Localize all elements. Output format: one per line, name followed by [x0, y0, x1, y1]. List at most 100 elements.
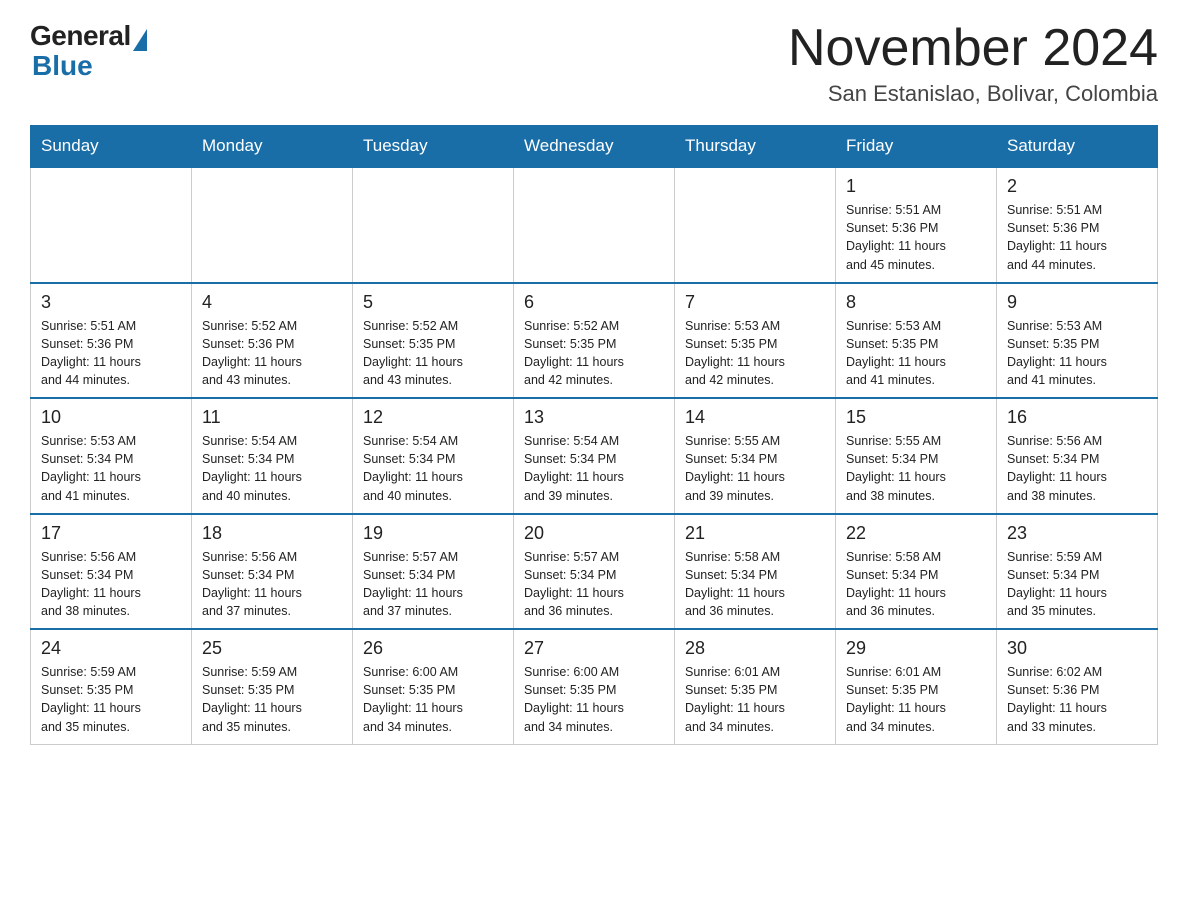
weekday-header-thursday: Thursday — [675, 126, 836, 168]
day-number: 12 — [363, 407, 503, 428]
day-number: 16 — [1007, 407, 1147, 428]
day-number: 14 — [685, 407, 825, 428]
week-row-3: 10 Sunrise: 5:53 AM Sunset: 5:34 PM Dayli… — [31, 398, 1158, 514]
calendar-cell — [31, 167, 192, 283]
day-number: 30 — [1007, 638, 1147, 659]
calendar-cell: 10 Sunrise: 5:53 AM Sunset: 5:34 PM Dayli… — [31, 398, 192, 514]
calendar-cell: 15 Sunrise: 5:55 AM Sunset: 5:34 PM Dayli… — [836, 398, 997, 514]
calendar-cell: 9 Sunrise: 5:53 AM Sunset: 5:35 PM Daylig… — [997, 283, 1158, 399]
weekday-header-saturday: Saturday — [997, 126, 1158, 168]
day-info: Sunrise: 5:51 AM Sunset: 5:36 PM Dayligh… — [846, 201, 986, 274]
day-info: Sunrise: 5:52 AM Sunset: 5:35 PM Dayligh… — [524, 317, 664, 390]
calendar-cell: 1 Sunrise: 5:51 AM Sunset: 5:36 PM Daylig… — [836, 167, 997, 283]
header: General Blue November 2024 San Estanisla… — [30, 20, 1158, 107]
calendar-cell: 4 Sunrise: 5:52 AM Sunset: 5:36 PM Daylig… — [192, 283, 353, 399]
day-info: Sunrise: 5:58 AM Sunset: 5:34 PM Dayligh… — [846, 548, 986, 621]
calendar-cell: 16 Sunrise: 5:56 AM Sunset: 5:34 PM Dayli… — [997, 398, 1158, 514]
day-info: Sunrise: 5:57 AM Sunset: 5:34 PM Dayligh… — [363, 548, 503, 621]
day-info: Sunrise: 5:59 AM Sunset: 5:35 PM Dayligh… — [41, 663, 181, 736]
day-number: 29 — [846, 638, 986, 659]
day-info: Sunrise: 5:56 AM Sunset: 5:34 PM Dayligh… — [41, 548, 181, 621]
day-info: Sunrise: 5:59 AM Sunset: 5:34 PM Dayligh… — [1007, 548, 1147, 621]
calendar-cell: 29Sunrise: 6:01 AM Sunset: 5:35 PM Dayli… — [836, 629, 997, 744]
calendar-cell: 13 Sunrise: 5:54 AM Sunset: 5:34 PM Dayli… — [514, 398, 675, 514]
calendar-cell: 19 Sunrise: 5:57 AM Sunset: 5:34 PM Dayli… — [353, 514, 514, 630]
day-info: Sunrise: 6:00 AM Sunset: 5:35 PM Dayligh… — [363, 663, 503, 736]
calendar-cell: 14Sunrise: 5:55 AM Sunset: 5:34 PM Dayli… — [675, 398, 836, 514]
calendar-cell: 2Sunrise: 5:51 AM Sunset: 5:36 PM Daylig… — [997, 167, 1158, 283]
logo-general-text: General — [30, 20, 131, 52]
location-subtitle: San Estanislao, Bolivar, Colombia — [788, 81, 1158, 107]
day-info: Sunrise: 5:57 AM Sunset: 5:34 PM Dayligh… — [524, 548, 664, 621]
calendar-cell: 18 Sunrise: 5:56 AM Sunset: 5:34 PM Dayli… — [192, 514, 353, 630]
day-info: Sunrise: 5:53 AM Sunset: 5:35 PM Dayligh… — [1007, 317, 1147, 390]
day-number: 6 — [524, 292, 664, 313]
calendar-cell: 23 Sunrise: 5:59 AM Sunset: 5:34 PM Dayli… — [997, 514, 1158, 630]
day-number: 22 — [846, 523, 986, 544]
calendar-cell: 21Sunrise: 5:58 AM Sunset: 5:34 PM Dayli… — [675, 514, 836, 630]
day-info: Sunrise: 5:52 AM Sunset: 5:35 PM Dayligh… — [363, 317, 503, 390]
day-info: Sunrise: 5:53 AM Sunset: 5:34 PM Dayligh… — [41, 432, 181, 505]
calendar-cell: 12 Sunrise: 5:54 AM Sunset: 5:34 PM Dayli… — [353, 398, 514, 514]
day-info: Sunrise: 5:59 AM Sunset: 5:35 PM Dayligh… — [202, 663, 342, 736]
calendar-cell: 26 Sunrise: 6:00 AM Sunset: 5:35 PM Dayli… — [353, 629, 514, 744]
calendar-cell: 8 Sunrise: 5:53 AM Sunset: 5:35 PM Daylig… — [836, 283, 997, 399]
day-number: 26 — [363, 638, 503, 659]
logo-arrow-icon — [133, 29, 147, 51]
day-number: 13 — [524, 407, 664, 428]
day-number: 25 — [202, 638, 342, 659]
day-info: Sunrise: 5:54 AM Sunset: 5:34 PM Dayligh… — [524, 432, 664, 505]
day-number: 8 — [846, 292, 986, 313]
day-info: Sunrise: 5:51 AM Sunset: 5:36 PM Dayligh… — [41, 317, 181, 390]
day-number: 19 — [363, 523, 503, 544]
day-number: 4 — [202, 292, 342, 313]
day-number: 1 — [846, 176, 986, 197]
calendar-cell — [353, 167, 514, 283]
day-number: 7 — [685, 292, 825, 313]
weekday-header-wednesday: Wednesday — [514, 126, 675, 168]
day-number: 27 — [524, 638, 664, 659]
calendar-cell: 11Sunrise: 5:54 AM Sunset: 5:34 PM Dayli… — [192, 398, 353, 514]
day-info: Sunrise: 5:55 AM Sunset: 5:34 PM Dayligh… — [846, 432, 986, 505]
week-row-1: 1 Sunrise: 5:51 AM Sunset: 5:36 PM Daylig… — [31, 167, 1158, 283]
day-number: 15 — [846, 407, 986, 428]
calendar-cell: 27Sunrise: 6:00 AM Sunset: 5:35 PM Dayli… — [514, 629, 675, 744]
weekday-header-monday: Monday — [192, 126, 353, 168]
title-area: November 2024 San Estanislao, Bolivar, C… — [788, 20, 1158, 107]
calendar-cell: 5 Sunrise: 5:52 AM Sunset: 5:35 PM Daylig… — [353, 283, 514, 399]
calendar-cell: 7Sunrise: 5:53 AM Sunset: 5:35 PM Daylig… — [675, 283, 836, 399]
day-number: 28 — [685, 638, 825, 659]
day-number: 10 — [41, 407, 181, 428]
calendar-cell: 17 Sunrise: 5:56 AM Sunset: 5:34 PM Dayli… — [31, 514, 192, 630]
logo-blue-text: Blue — [32, 50, 93, 82]
calendar-cell — [192, 167, 353, 283]
calendar-cell: 25 Sunrise: 5:59 AM Sunset: 5:35 PM Dayli… — [192, 629, 353, 744]
day-info: Sunrise: 5:58 AM Sunset: 5:34 PM Dayligh… — [685, 548, 825, 621]
day-info: Sunrise: 6:02 AM Sunset: 5:36 PM Dayligh… — [1007, 663, 1147, 736]
day-number: 18 — [202, 523, 342, 544]
day-info: Sunrise: 5:54 AM Sunset: 5:34 PM Dayligh… — [363, 432, 503, 505]
calendar-cell: 20 Sunrise: 5:57 AM Sunset: 5:34 PM Dayli… — [514, 514, 675, 630]
weekday-header-sunday: Sunday — [31, 126, 192, 168]
weekday-header-tuesday: Tuesday — [353, 126, 514, 168]
day-number: 23 — [1007, 523, 1147, 544]
day-info: Sunrise: 5:51 AM Sunset: 5:36 PM Dayligh… — [1007, 201, 1147, 274]
weekday-header-friday: Friday — [836, 126, 997, 168]
day-info: Sunrise: 5:53 AM Sunset: 5:35 PM Dayligh… — [846, 317, 986, 390]
calendar-cell: 28Sunrise: 6:01 AM Sunset: 5:35 PM Dayli… — [675, 629, 836, 744]
day-info: Sunrise: 5:56 AM Sunset: 5:34 PM Dayligh… — [1007, 432, 1147, 505]
calendar-cell: 30 Sunrise: 6:02 AM Sunset: 5:36 PM Dayli… — [997, 629, 1158, 744]
calendar-table: SundayMondayTuesdayWednesdayThursdayFrid… — [30, 125, 1158, 745]
calendar-cell: 3 Sunrise: 5:51 AM Sunset: 5:36 PM Daylig… — [31, 283, 192, 399]
day-info: Sunrise: 5:52 AM Sunset: 5:36 PM Dayligh… — [202, 317, 342, 390]
day-number: 24 — [41, 638, 181, 659]
day-number: 5 — [363, 292, 503, 313]
calendar-cell — [514, 167, 675, 283]
day-number: 3 — [41, 292, 181, 313]
day-number: 9 — [1007, 292, 1147, 313]
day-info: Sunrise: 5:54 AM Sunset: 5:34 PM Dayligh… — [202, 432, 342, 505]
calendar-cell — [675, 167, 836, 283]
day-number: 20 — [524, 523, 664, 544]
day-number: 17 — [41, 523, 181, 544]
day-info: Sunrise: 5:56 AM Sunset: 5:34 PM Dayligh… — [202, 548, 342, 621]
